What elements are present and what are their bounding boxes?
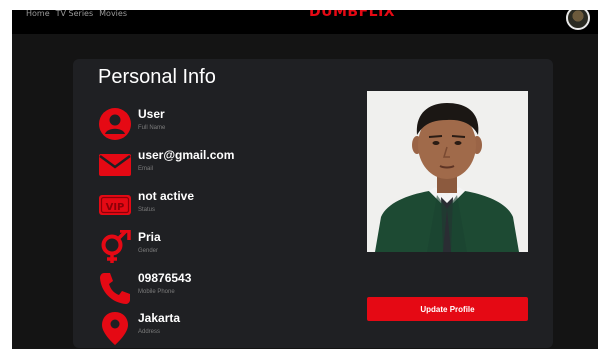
email-label: Email [138, 166, 154, 172]
main-nav: Home TV Series Movies [26, 10, 127, 18]
field-status: VIP not active Status [98, 189, 358, 225]
full-name-label: Full Name [138, 125, 166, 131]
top-navigation-bar: Home TV Series Movies DUMBFLIX [12, 10, 598, 34]
brand-logo[interactable]: DUMBFLIX [309, 10, 395, 20]
field-email: user@gmail.com Email [98, 148, 358, 184]
mail-icon [99, 154, 131, 176]
profile-photo-image [367, 91, 528, 252]
gender-icon [101, 230, 131, 263]
nav-tv-series-link[interactable]: TV Series [56, 10, 94, 18]
nav-movies-link[interactable]: Movies [99, 10, 127, 18]
field-full-name: User Full Name [98, 107, 358, 143]
svg-text:VIP: VIP [106, 202, 125, 213]
status-label: Status [138, 207, 156, 213]
location-pin-icon [102, 312, 128, 345]
phone-icon [100, 273, 130, 304]
field-mobile-phone: 09876543 Mobile Phone [98, 271, 358, 307]
gender-value: Pria [138, 230, 161, 244]
user-icon [99, 108, 131, 140]
address-value: Jakarta [138, 311, 181, 325]
update-profile-button[interactable]: Update Profile [367, 297, 528, 321]
full-name-value: User [138, 107, 165, 121]
page-title: Personal Info [98, 66, 216, 88]
nav-home-link[interactable]: Home [26, 10, 50, 18]
field-gender: Pria Gender [98, 230, 358, 266]
mobile-phone-label: Mobile Phone [138, 289, 175, 295]
user-avatar[interactable] [566, 10, 590, 30]
app-window: Home TV Series Movies DUMBFLIX Personal … [12, 10, 598, 349]
profile-photo [367, 91, 528, 252]
gender-label: Gender [138, 248, 159, 254]
field-address: Jakarta Address [98, 311, 358, 347]
status-value: not active [138, 189, 195, 203]
vip-icon: VIP [99, 195, 131, 215]
personal-info-card: Personal Info User Full Name user@gmail.… [73, 59, 553, 348]
mobile-phone-value: 09876543 [138, 271, 192, 285]
email-value: user@gmail.com [138, 148, 235, 162]
address-label: Address [138, 329, 161, 335]
